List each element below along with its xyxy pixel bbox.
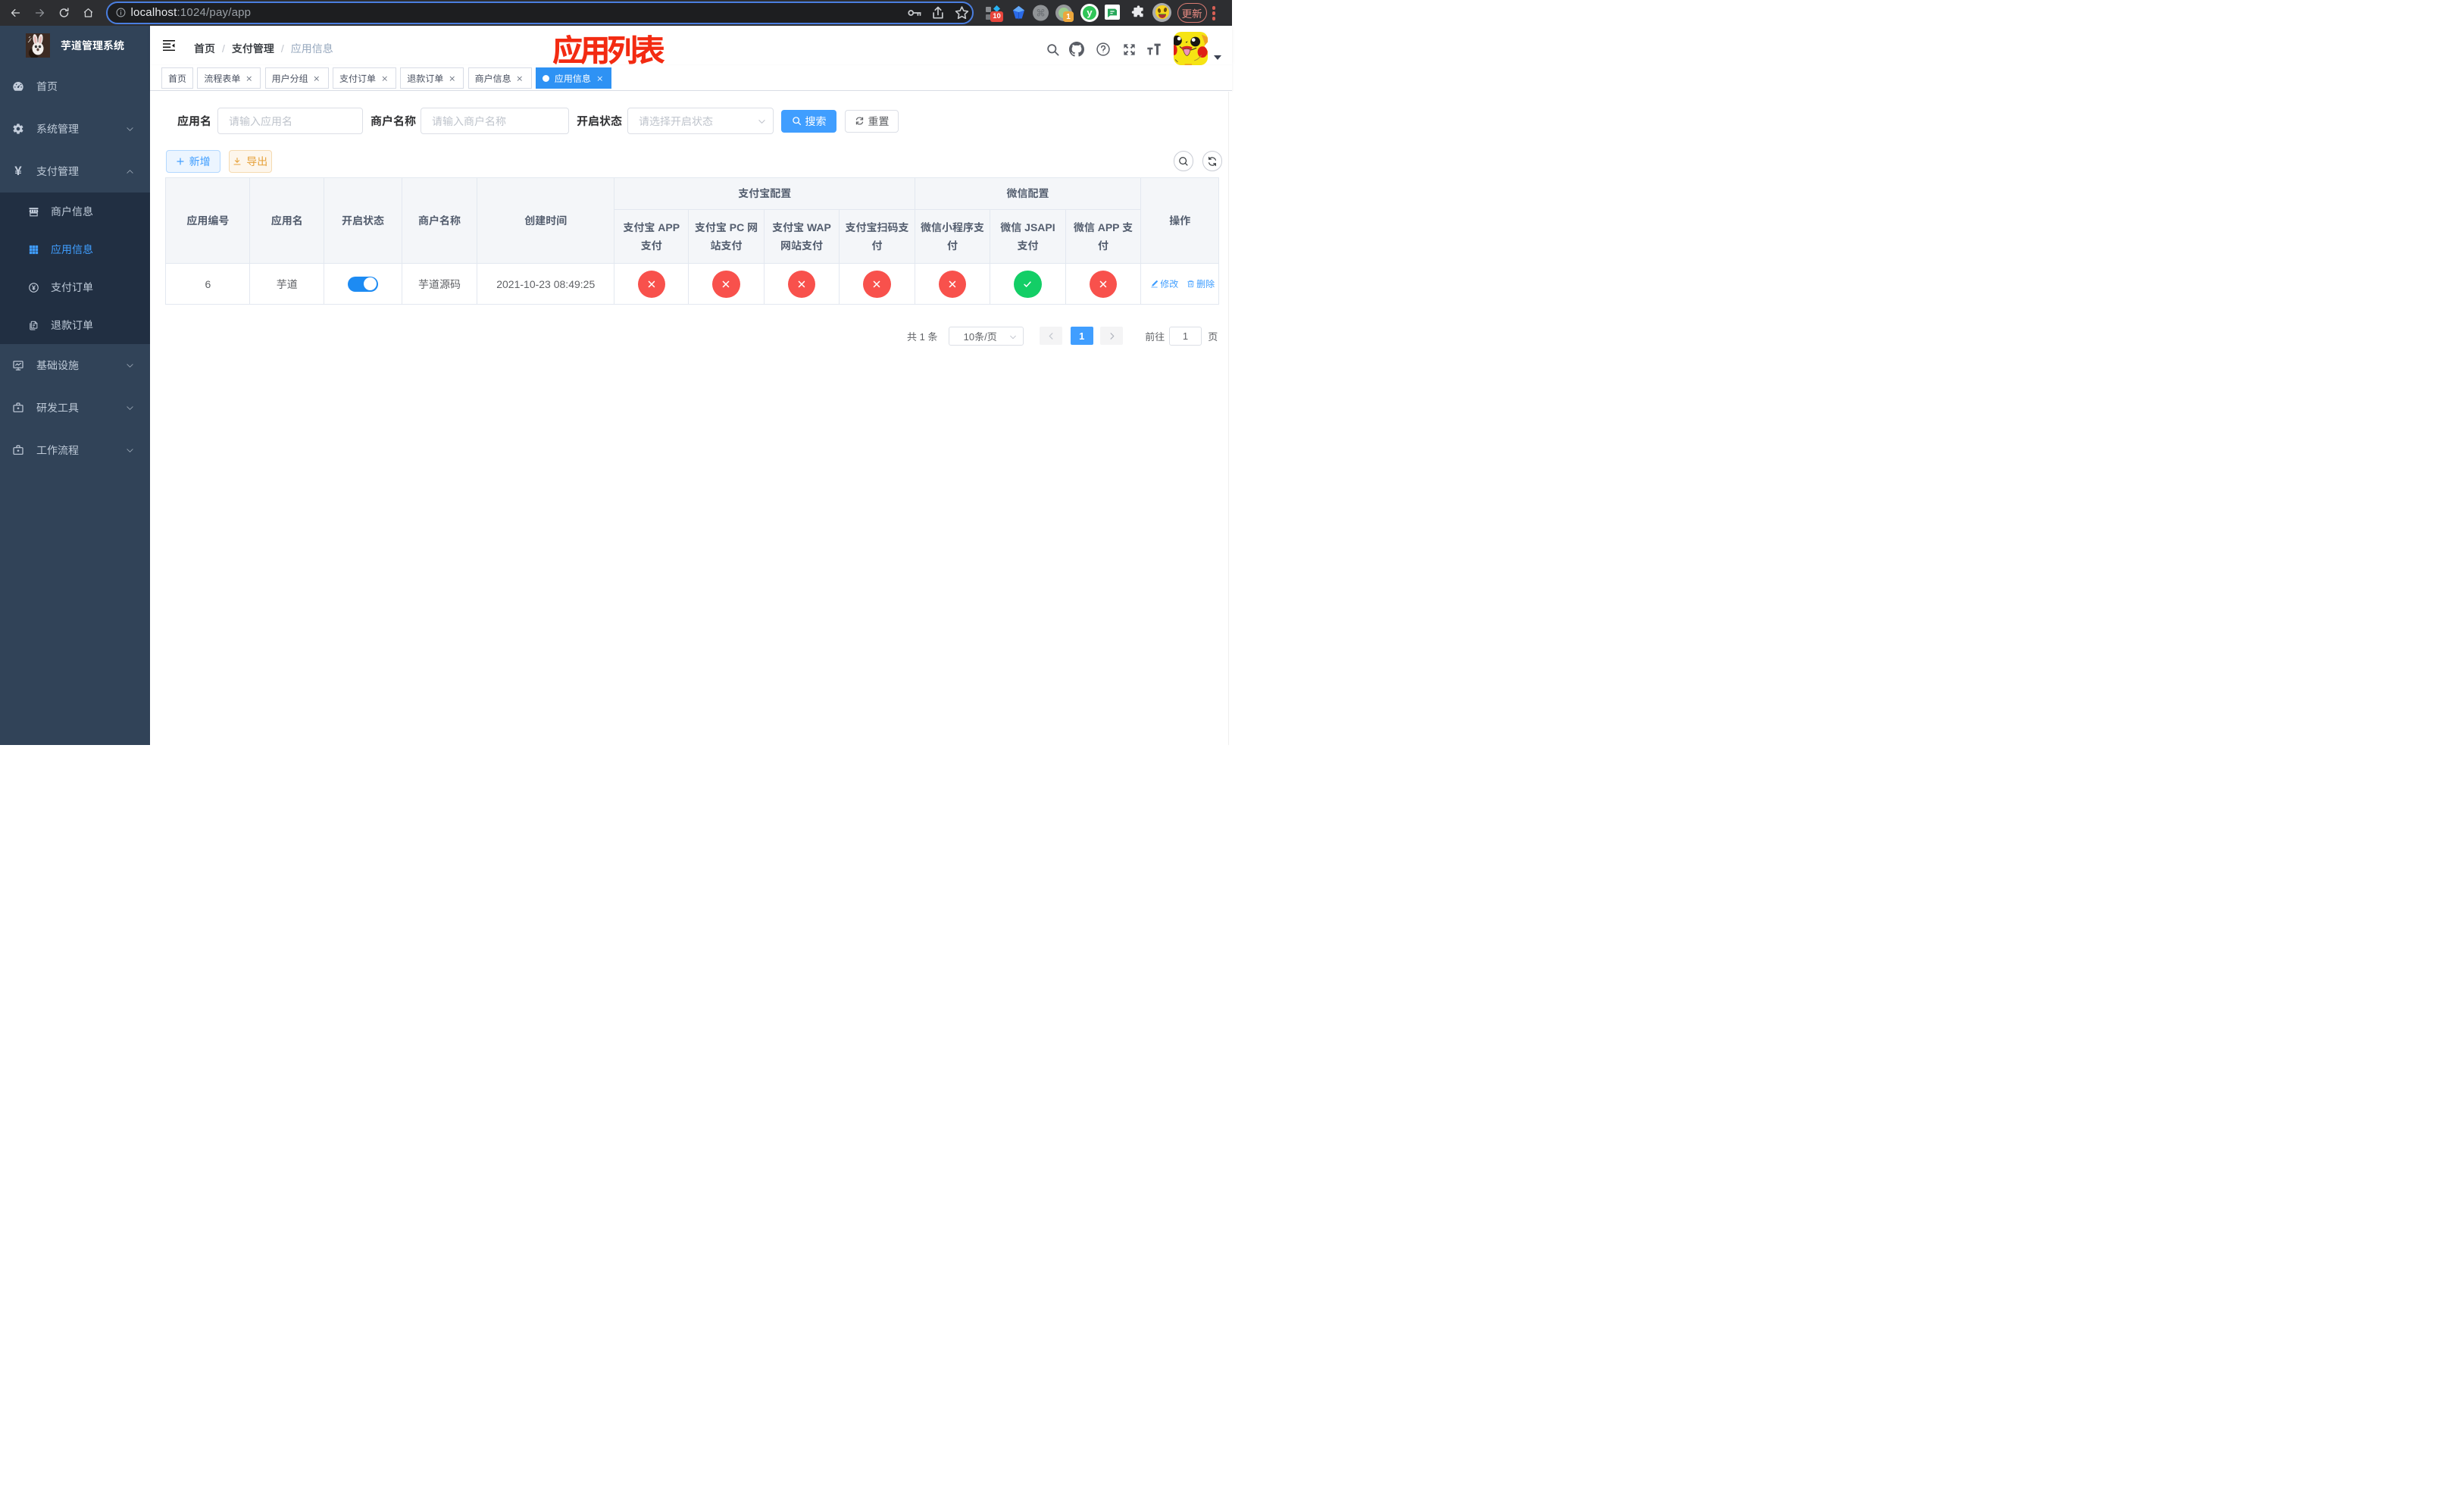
svg-text:⌘: ⌘ [1036,8,1045,18]
